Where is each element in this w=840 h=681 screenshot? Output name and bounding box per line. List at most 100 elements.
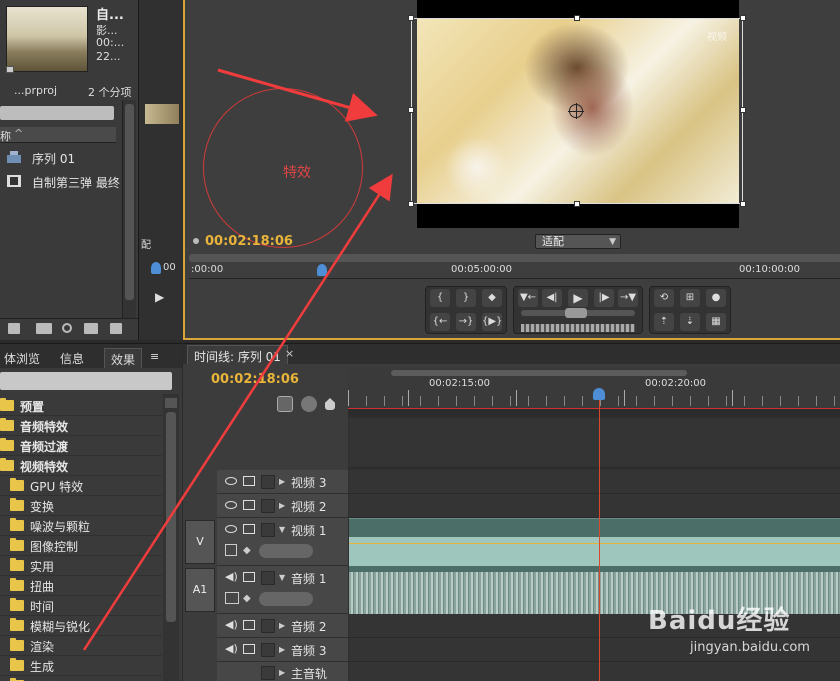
lock-icon[interactable]: [261, 666, 275, 680]
go-to-previous-edit-icon[interactable]: ▼←: [518, 289, 538, 307]
go-to-out-icon[interactable]: →}: [456, 313, 476, 331]
transform-handle-right[interactable]: [740, 107, 746, 113]
transform-handle-tl[interactable]: [408, 15, 414, 21]
effects-folder[interactable]: 变换: [0, 496, 162, 516]
mark-in-icon[interactable]: {: [430, 289, 450, 307]
project-item-media[interactable]: 自制第三弹 最终: [6, 172, 122, 192]
timeline-zoom-bar[interactable]: [391, 370, 687, 376]
effects-scrollbar[interactable]: [163, 394, 179, 681]
sync-icon[interactable]: [243, 644, 255, 654]
expand-triangle-icon[interactable]: ▶: [279, 501, 285, 510]
new-item-icon[interactable]: [110, 323, 122, 334]
track-audio1[interactable]: ◀) ▼ 音频 1 ◆: [217, 566, 348, 614]
effects-search-input[interactable]: [0, 372, 172, 390]
eye-icon[interactable]: [225, 477, 237, 485]
video-source-patch[interactable]: V: [185, 520, 215, 564]
list-view-icon[interactable]: [8, 323, 20, 334]
audio-source-patch[interactable]: A1: [185, 568, 215, 612]
add-marker-icon[interactable]: [325, 398, 335, 410]
add-marker-icon[interactable]: ◆: [482, 289, 502, 307]
speaker-icon[interactable]: ◀): [225, 570, 239, 583]
transform-handle-bl[interactable]: [408, 201, 414, 207]
program-zoom-scrollbar[interactable]: [189, 254, 840, 262]
expand-triangle-icon[interactable]: ▶: [279, 621, 285, 630]
lock-icon[interactable]: [261, 523, 275, 537]
waveform-display-icon[interactable]: [225, 592, 239, 604]
effects-folder[interactable]: 音频过渡: [0, 436, 162, 456]
effects-folder[interactable]: 色彩: [0, 676, 162, 681]
panel-menu-icon[interactable]: ≡: [150, 350, 159, 363]
video-clip[interactable]: [349, 518, 840, 566]
source-play-icon[interactable]: ▶: [155, 290, 164, 304]
effects-folder[interactable]: 噪波与颗粒: [0, 516, 162, 536]
program-playhead[interactable]: [317, 264, 327, 276]
track-video1[interactable]: ▼ 视频 1 ◆: [217, 518, 348, 566]
go-to-in-icon[interactable]: {←: [430, 313, 450, 331]
eye-icon[interactable]: [225, 501, 237, 509]
track-master-lane[interactable]: [349, 662, 840, 681]
transform-handle-top[interactable]: [574, 15, 580, 21]
jog-knob[interactable]: [565, 308, 587, 318]
transform-handle-tr[interactable]: [740, 15, 746, 21]
snap-icon[interactable]: [277, 396, 293, 412]
lock-icon[interactable]: [261, 643, 275, 657]
find-icon[interactable]: [62, 323, 72, 333]
tab-effects[interactable]: 效果: [104, 348, 143, 368]
film-icon[interactable]: [243, 524, 255, 534]
close-icon[interactable]: ×: [285, 347, 294, 360]
timeline-playhead-line[interactable]: [599, 396, 600, 681]
scroll-thumb[interactable]: [166, 412, 176, 622]
expand-triangle-icon[interactable]: ▼: [279, 525, 285, 534]
timeline-playhead[interactable]: [593, 388, 605, 400]
effects-folder[interactable]: 实用: [0, 556, 162, 576]
film-icon[interactable]: [243, 476, 255, 486]
track-video3-lane[interactable]: [349, 470, 840, 494]
tab-media-browser[interactable]: 体浏览: [0, 348, 46, 368]
transform-handle-left[interactable]: [408, 107, 414, 113]
expand-triangle-icon[interactable]: ▼: [279, 573, 285, 582]
export-frame-icon[interactable]: ▦: [706, 313, 726, 331]
scroll-up-icon[interactable]: [165, 398, 177, 408]
mark-out-icon[interactable]: }: [456, 289, 476, 307]
track-audio2[interactable]: ◀) ▶ 音频 2: [217, 614, 348, 638]
effects-folder[interactable]: 渲染: [0, 636, 162, 656]
timeline-timecode[interactable]: 00:02:18:06: [211, 372, 299, 387]
name-column-header[interactable]: 称 ^: [0, 127, 116, 143]
new-bin-icon[interactable]: [84, 323, 98, 334]
effects-folder[interactable]: 生成: [0, 656, 162, 676]
sort-ascending-icon[interactable]: ^: [14, 127, 23, 140]
keyframe-nav[interactable]: [259, 544, 313, 558]
display-style-icon[interactable]: [225, 544, 237, 556]
expand-triangle-icon[interactable]: ▶: [279, 668, 285, 677]
eye-icon[interactable]: [225, 525, 237, 533]
source-playhead[interactable]: [151, 262, 161, 274]
track-video2-lane[interactable]: [349, 494, 840, 518]
thumbnail-poster-frame-icon[interactable]: [6, 66, 14, 73]
effects-folder[interactable]: 预置: [0, 396, 162, 416]
keyframe-nav[interactable]: [259, 592, 313, 606]
effects-folder[interactable]: 扭曲: [0, 576, 162, 596]
loop-icon[interactable]: ⟲: [654, 289, 674, 307]
transform-handle-bottom[interactable]: [574, 201, 580, 207]
lock-icon[interactable]: [261, 499, 275, 513]
track-master[interactable]: ▶ 主音轨: [217, 662, 348, 681]
lift-icon[interactable]: ⇡: [654, 313, 674, 331]
track-audio3[interactable]: ◀) ▶ 音频 3: [217, 638, 348, 662]
effects-folder[interactable]: GPU 特效: [0, 476, 162, 496]
project-scrollbar[interactable]: [122, 100, 136, 318]
project-item-sequence[interactable]: 序列 01: [6, 148, 122, 168]
sync-icon[interactable]: [243, 620, 255, 630]
project-search-input[interactable]: [0, 106, 114, 120]
set-marker-icon[interactable]: [301, 396, 317, 412]
program-timecode[interactable]: 00:02:18:06: [205, 234, 293, 249]
keyframe-diamond-icon[interactable]: ◆: [243, 593, 251, 604]
play-in-to-out-icon[interactable]: {▶}: [482, 313, 502, 331]
effects-folder[interactable]: 时间: [0, 596, 162, 616]
step-back-icon[interactable]: ◀|: [542, 289, 562, 307]
play-icon[interactable]: ▶: [568, 289, 588, 307]
effects-folder[interactable]: 视频特效: [0, 456, 162, 476]
effects-folder[interactable]: 模糊与锐化: [0, 616, 162, 636]
anchor-point-icon[interactable]: [568, 103, 584, 119]
lock-icon[interactable]: [261, 619, 275, 633]
film-icon[interactable]: [243, 500, 255, 510]
